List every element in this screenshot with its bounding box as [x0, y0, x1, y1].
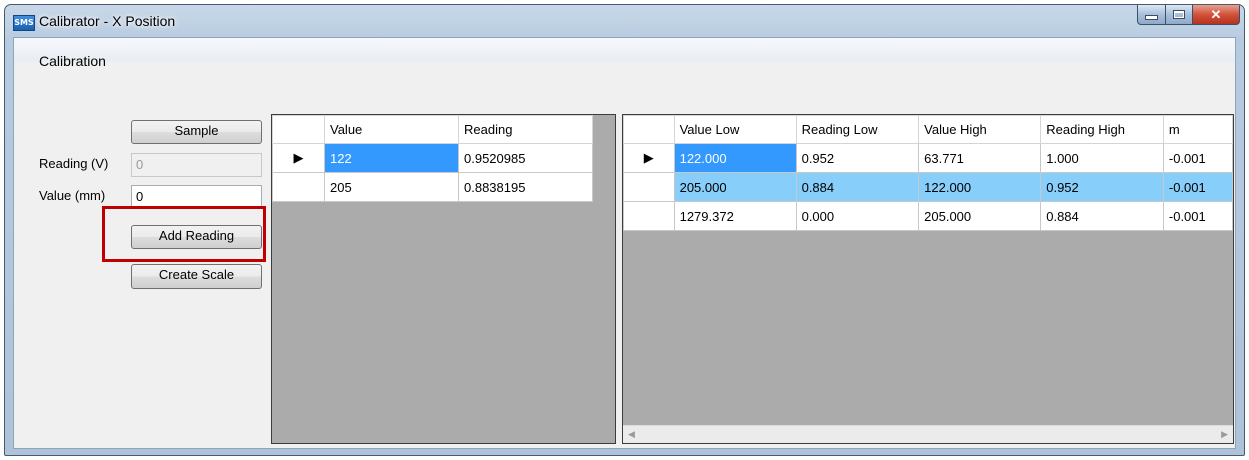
close-button[interactable]: ✕ [1193, 5, 1240, 25]
highlight-box [102, 206, 266, 262]
close-icon: ✕ [1210, 6, 1222, 22]
table-row[interactable]: 205 0.8838195 [272, 172, 593, 202]
cell-value[interactable]: 122 [324, 143, 459, 173]
window-title: Calibrator - X Position [39, 13, 176, 29]
column-header-m[interactable]: m [1162, 115, 1233, 144]
cell-value-low[interactable]: 1279.372 [673, 201, 797, 231]
scale-grid[interactable]: Value Low Reading Low Value High Reading… [622, 114, 1234, 444]
cell-value-low[interactable]: 122.000 [673, 143, 797, 173]
maximize-icon [1173, 10, 1185, 19]
app-icon: SMS [13, 15, 35, 31]
cell-reading-high[interactable]: 1.000 [1040, 143, 1164, 173]
cell-reading-high[interactable]: 0.952 [1040, 172, 1164, 202]
row-header-corner [623, 115, 675, 144]
cell-value-high[interactable]: 122.000 [918, 172, 1042, 202]
table-row[interactable]: ▶ 122 0.9520985 [272, 143, 593, 173]
menu-bar [14, 38, 1235, 62]
row-header [623, 172, 675, 202]
table-row[interactable]: ▶ 122.000 0.952 63.771 1.000 -0.001 [623, 143, 1233, 173]
current-row-indicator-icon: ▶ [272, 143, 325, 173]
cell-value-high[interactable]: 63.771 [918, 143, 1042, 173]
row-header [623, 201, 675, 231]
table-row[interactable]: 205.000 0.884 122.000 0.952 -0.001 [623, 172, 1233, 202]
create-scale-button[interactable]: Create Scale [131, 264, 262, 289]
column-header-value[interactable]: Value [324, 115, 459, 144]
cell-value-high[interactable]: 205.000 [918, 201, 1042, 231]
cell-reading-low[interactable]: 0.000 [795, 201, 920, 231]
cell-m[interactable]: -0.001 [1162, 201, 1233, 231]
current-row-indicator-icon: ▶ [623, 143, 675, 173]
cell-reading-high[interactable]: 0.884 [1040, 201, 1164, 231]
menu-calibration[interactable]: Calibration [39, 53, 106, 69]
readings-grid[interactable]: Value Reading ▶ 122 0.9520985 205 0.8838… [271, 114, 616, 444]
row-header [272, 172, 325, 202]
cell-value-low[interactable]: 205.000 [673, 172, 797, 202]
reading-field[interactable]: 0 [131, 153, 262, 177]
cell-m[interactable]: -0.001 [1162, 143, 1233, 173]
cell-reading-low[interactable]: 0.884 [795, 172, 920, 202]
cell-reading[interactable]: 0.9520985 [458, 143, 593, 173]
cell-m[interactable]: -0.001 [1162, 172, 1233, 202]
scroll-left-icon[interactable]: ◀ [628, 429, 635, 440]
cell-reading[interactable]: 0.8838195 [458, 172, 593, 202]
caption-buttons: ✕ [1137, 5, 1240, 25]
column-header-reading-high[interactable]: Reading High [1040, 115, 1164, 144]
reading-label: Reading (V) [39, 156, 109, 171]
value-label: Value (mm) [39, 188, 106, 203]
table-row[interactable]: 1279.372 0.000 205.000 0.884 -0.001 [623, 201, 1233, 231]
minimize-icon [1145, 15, 1158, 20]
horizontal-scrollbar[interactable]: ◀ ▶ [623, 425, 1233, 443]
row-header-corner [272, 115, 325, 144]
cell-reading-low[interactable]: 0.952 [795, 143, 920, 173]
minimize-button[interactable] [1137, 5, 1166, 25]
column-header-reading[interactable]: Reading [458, 115, 593, 144]
title-bar[interactable]: SMS Calibrator - X Position ✕ [5, 5, 1244, 37]
column-header-value-high[interactable]: Value High [918, 115, 1042, 144]
cell-value[interactable]: 205 [324, 172, 459, 202]
column-header-reading-low[interactable]: Reading Low [795, 115, 920, 144]
scroll-right-icon[interactable]: ▶ [1221, 429, 1228, 440]
column-header-value-low[interactable]: Value Low [673, 115, 797, 144]
sample-button[interactable]: Sample [131, 120, 262, 144]
maximize-button[interactable] [1166, 5, 1193, 25]
